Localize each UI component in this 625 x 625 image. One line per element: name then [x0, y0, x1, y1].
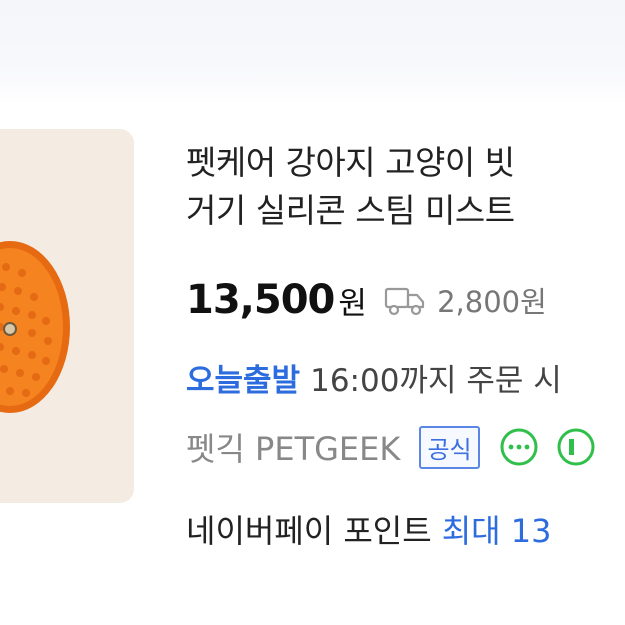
today-departure-badge: 오늘출발 [186, 363, 301, 399]
delivery-row: 오늘출발 16:00까지 주문 시 [186, 355, 562, 400]
top-bar-background [0, 0, 625, 108]
chat-icon[interactable] [499, 427, 539, 467]
shipping-fee: 2,800원 [437, 285, 547, 319]
price-unit: 원 [338, 285, 367, 322]
product-title-line-2[interactable]: 거기 실리콘 스팀 미스트 [186, 184, 515, 232]
price-value: 13,500 [186, 277, 335, 323]
official-badge: 공식 [419, 425, 480, 469]
points-row: 네이버페이 포인트 최대 13 [186, 506, 551, 552]
seller-name[interactable]: 펫긱 PETGEEK [186, 430, 400, 468]
brush-image [0, 241, 70, 413]
price-row: 13,500 원 2,800원 [186, 277, 547, 331]
truck-icon [384, 283, 426, 317]
seller-row: 펫긱 PETGEEK 공식 [186, 424, 596, 472]
naverpay-points-label: 네이버페이 포인트 [186, 512, 432, 550]
points-max: 최대 13 [441, 512, 552, 550]
product-thumbnail[interactable] [0, 129, 134, 503]
product-title-line-1[interactable]: 펫케어 강아지 고양이 빗 [186, 136, 515, 184]
green-chat-icon[interactable] [556, 427, 596, 467]
delivery-cutoff-text: 16:00까지 주문 시 [310, 363, 562, 399]
